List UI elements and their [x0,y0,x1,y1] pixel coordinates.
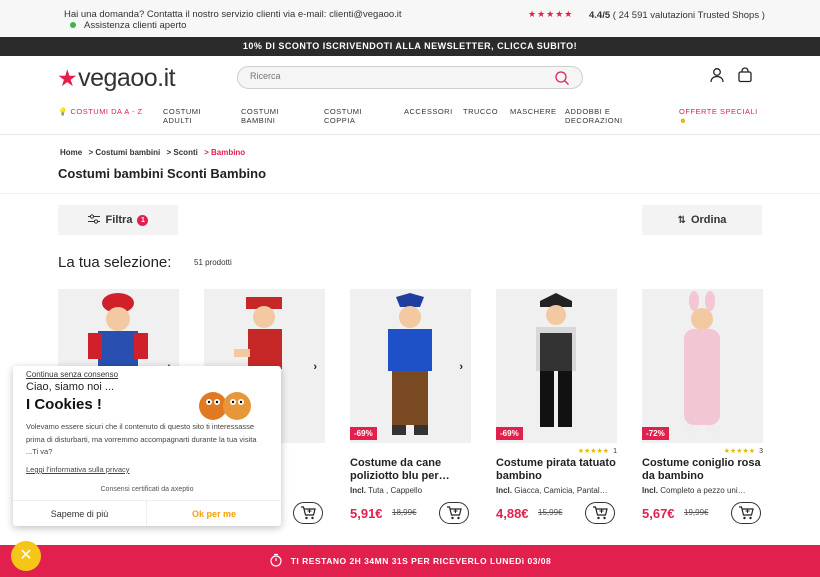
product-name[interactable]: Costume coniglio rosa da bambino [642,457,763,483]
nav-maschere[interactable]: MASCHERE [510,107,557,117]
close-cookie-icon[interactable]: ✕ [11,541,41,571]
discount-badge: -69% [496,427,523,440]
product-name[interactable]: Costume da cane poliziotto blu per… [350,457,471,483]
nav-costumi-a-z[interactable]: 💡 COSTUMI DA A - Z [58,107,143,117]
product-image[interactable]: -69% [350,289,471,443]
breadcrumb-costumi-bambini[interactable]: > Costumi bambini [88,148,160,157]
discount-badge: -72% [642,427,669,440]
filter-button[interactable]: Filtra 1 [58,205,178,235]
product-includes: Incl. Giacca, Camicia, Pantal… [496,486,608,495]
nav-offerte-speciali[interactable]: OFFERTE SPECIALI ☻ [679,107,769,125]
bulb-icon: 💡 [58,107,68,116]
account-icon[interactable] [709,67,725,88]
next-image-arrow-icon[interactable]: › [459,361,463,373]
product-old-price: 15,99€ [538,508,563,517]
trusted-shops-rating[interactable]: 4.4/5 ( 24 591 valutazioni Trusted Shops… [589,10,765,21]
cart-icon [593,506,608,520]
learn-more-button[interactable]: Sapeme di più [13,500,147,526]
newsletter-banner[interactable]: 10% DI SCONTO ISCRIVENDOTI ALLA NEWSLETT… [0,37,820,56]
breadcrumb-home[interactable]: Home [60,148,82,157]
nav-trucco[interactable]: TRUCCO [463,107,498,117]
logo-star-icon: ★ [57,65,78,91]
discount-badge: -69% [350,427,377,440]
assistance-status: Assistenza clienti aperto [70,20,186,31]
product-old-price: 19,99€ [684,508,709,517]
top-info-bar: Hai una domanda? Contatta il nostro serv… [0,0,820,37]
product-includes: Incl. Tuta , Cappello [350,486,423,495]
cart-bag-icon[interactable] [737,67,753,88]
nav-divider [0,134,820,135]
cookie-consent-panel: Continua senza consenso Ciao, siamo noi … [13,366,281,526]
product-includes: Incl. Completo a pezzo uni… [642,486,746,495]
stopwatch-icon [269,553,283,569]
product-rating-stars-icon: ★★★★★ 1 [577,448,617,455]
search-bar[interactable] [237,66,583,89]
filter-count-badge: 1 [137,214,149,226]
breadcrumb-sconti[interactable]: > Sconti [167,148,198,157]
title-divider [0,193,820,194]
rating-stars-icon: ★★★★★ [528,9,574,19]
sort-button[interactable]: ⇅ Ordina [642,205,762,235]
search-icon[interactable] [554,70,570,91]
continue-without-consent-link[interactable]: Continua senza consenso [26,370,118,379]
breadcrumb-current: > Bambino [204,148,246,157]
add-to-cart-button[interactable] [585,502,615,524]
cart-icon [739,506,754,520]
product-image[interactable]: -72% [642,289,763,443]
filter-sliders-icon [87,213,100,227]
status-dot-icon [70,22,76,29]
next-image-arrow-icon[interactable]: › [313,361,317,373]
nav-costumi-coppia[interactable]: COSTUMI COPPIA [324,107,384,125]
nav-costumi-bambini[interactable]: COSTUMI BAMBINI [241,107,301,125]
add-to-cart-button[interactable] [439,502,469,524]
privacy-policy-link[interactable]: Leggi l'informativa sulla privacy [26,465,130,474]
add-to-cart-button[interactable] [293,502,323,524]
product-rating-stars-icon: ★★★★★ 3 [723,448,763,455]
sort-arrows-icon: ⇅ [677,214,686,226]
breadcrumb: Home > Costumi bambini > Sconti > Bambin… [60,148,249,157]
axeptio-certification: Consensi certificati da axeptio [100,486,194,493]
search-input[interactable] [250,71,540,81]
product-price: 5,67€ [642,506,675,521]
cookie-title: I Cookies ! [26,396,102,413]
delivery-countdown-bar: TI RESTANO 2H 34MN 31S PER RICEVERLO LUN… [0,545,820,577]
nav-addobbi-decorazioni[interactable]: ADDOBBI E DECORAZIONI [565,107,645,125]
page-title: Costumi bambini Sconti Bambino [58,166,267,181]
cookie-text: Volevamo essere sicuri che il contenuto … [26,422,257,456]
nav-accessori[interactable]: ACCESSORI [404,107,453,117]
nav-costumi-adulti[interactable]: COSTUMI ADULTI [163,107,223,125]
product-old-price: 18,99€ [392,508,417,517]
cart-icon [447,506,462,520]
add-to-cart-button[interactable] [731,502,761,524]
cart-icon [301,506,316,520]
product-count: 51 prodotti [194,258,232,267]
contact-text[interactable]: Hai una domanda? Contatta il nostro serv… [64,9,402,20]
accept-cookies-button[interactable]: Ok per me [147,500,281,526]
product-price: 4,88€ [496,506,529,521]
selection-title: La tua selezione: [58,254,172,271]
site-logo[interactable]: ★vegaoo.it [57,64,176,93]
product-name[interactable]: Costume pirata tatuato bambino [496,457,617,483]
cookie-greeting: Ciao, siamo noi ... [26,381,115,393]
product-price: 5,91€ [350,506,383,521]
product-image[interactable]: -69% [496,289,617,443]
smiley-icon: ☻ [679,115,688,125]
